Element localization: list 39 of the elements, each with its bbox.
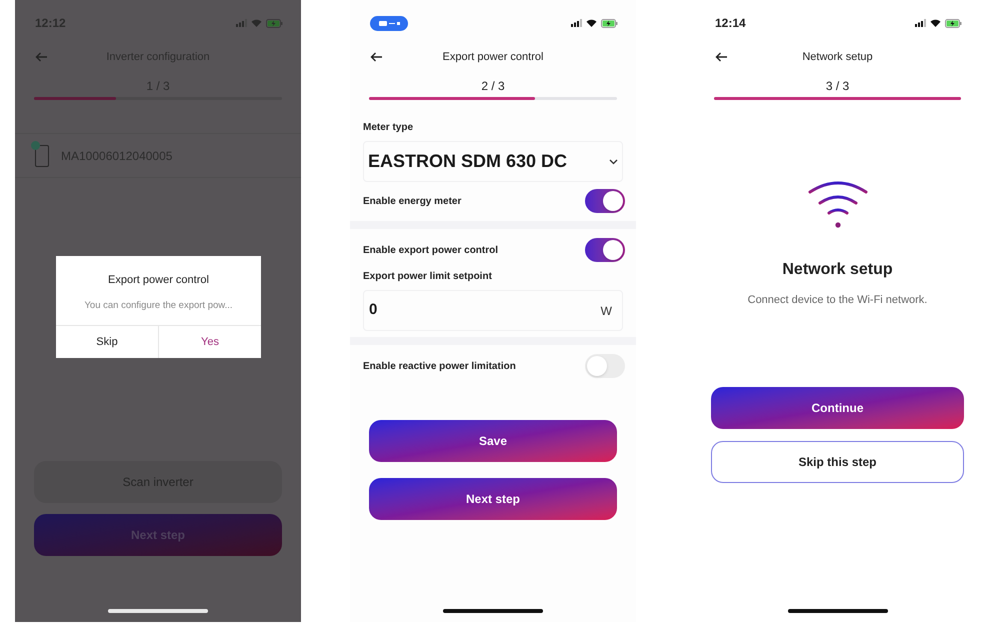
section-description: Connect device to the Wi-Fi network. [748,293,928,308]
field-label: Export power limit setpoint [363,270,493,284]
step-counter: 3 / 3 [826,78,850,95]
back-arrow-icon[interactable] [715,52,728,62]
wifi-icon [586,19,597,27]
signal-icon [571,19,582,27]
battery-charging-icon [266,18,283,28]
battery-charging-icon [601,18,618,28]
signal-icon [236,19,247,27]
battery-charging-icon [945,18,962,28]
screen-title: Network setup [801,50,874,65]
step-counter: 2 / 3 [481,78,505,95]
skip-button[interactable]: Skip this step [711,440,964,482]
chevron-down-icon [609,158,618,164]
signal-icon [915,19,926,27]
toggle-label: Enable reactive power limitation [363,360,516,374]
dialog-title: Export power control [108,273,209,288]
dialog-message: You can configure the export pow... [84,298,233,312]
wifi-icon [251,19,262,27]
status-time: 12:14 [715,15,746,32]
toggle-switch[interactable] [585,189,625,213]
next-button[interactable]: Continue [711,386,964,428]
meter-type-select[interactable]: EASTRON SDM 630 DC [363,141,623,182]
unit-label: W [600,302,613,320]
toggle-label: Enable export power control [363,244,498,258]
toggle-switch[interactable] [585,238,625,262]
toggle-label: Enable energy meter [363,194,462,208]
screen-title: Export power control [442,50,544,65]
dialog-button[interactable]: Yes [158,326,261,358]
call-indicator-icon [370,16,408,30]
back-arrow-icon[interactable] [370,52,383,62]
setpoint-input[interactable]: 0 W [363,290,623,331]
next-button[interactable]: Save [369,420,617,462]
field-label: Meter type [363,121,414,135]
section-heading: Network setup [782,260,893,280]
dialog-button[interactable]: Skip [56,326,158,358]
wifi-icon [930,19,941,27]
toggle-switch[interactable] [585,354,625,378]
next-button[interactable]: Next step [369,478,617,520]
